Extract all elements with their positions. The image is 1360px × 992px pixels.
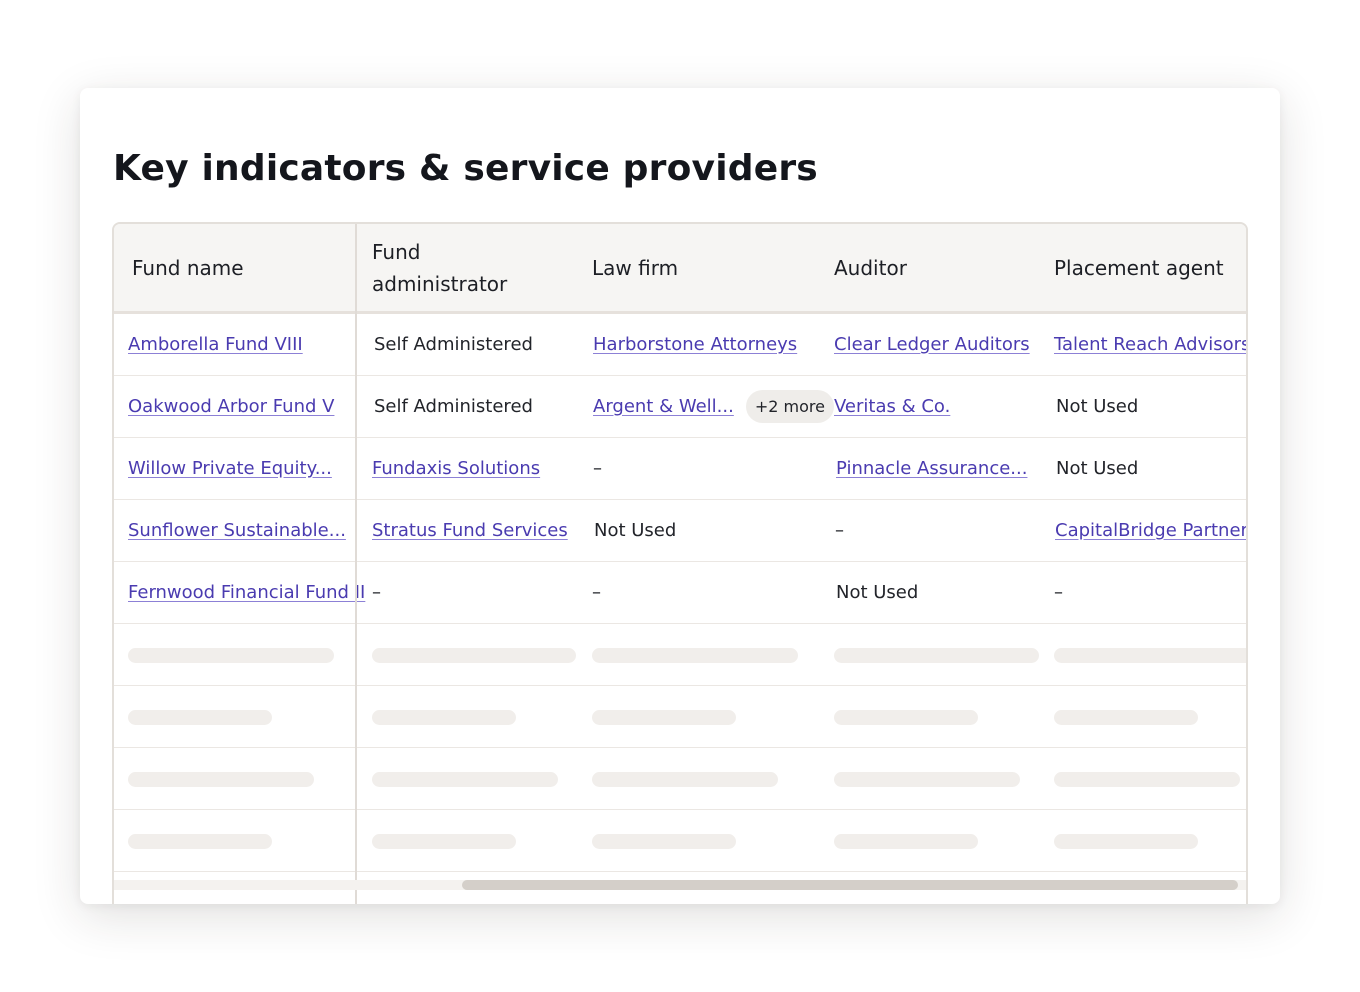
table-row: Fernwood Financial Fund II – – Not Used … (114, 562, 1246, 624)
table-row: Oakwood Arbor Fund V Self Administered A… (114, 376, 1246, 438)
auditor-link[interactable]: Veritas & Co. (834, 396, 950, 417)
skeleton-bar (592, 710, 736, 725)
skeleton-bar (1054, 648, 1246, 663)
fund-administrator-value: Self Administered (374, 396, 533, 417)
skeleton-bar (372, 710, 516, 725)
skeleton-bar (128, 834, 272, 849)
more-law-firms-badge[interactable]: +2 more (745, 390, 834, 423)
fund-administrator-link[interactable]: Stratus Fund Services (372, 520, 568, 541)
service-providers-card: Key indicators & service providers Fund … (80, 88, 1280, 904)
fund-administrator-link[interactable]: Fundaxis Solutions (372, 458, 540, 479)
fund-name-link[interactable]: Sunflower Sustainable... (128, 520, 346, 541)
auditor-link[interactable]: Pinnacle Assurance... (836, 458, 1027, 479)
skeleton-bar (834, 772, 1020, 787)
loading-row (114, 624, 1246, 686)
law-firm-value: Not Used (594, 520, 677, 541)
placement-agent-value: Not Used (1056, 396, 1139, 417)
placement-agent-value: – (1054, 582, 1063, 603)
table-row: Amborella Fund VIII Self Administered Ha… (114, 314, 1246, 376)
table-row: Willow Private Equity... Fundaxis Soluti… (114, 438, 1246, 500)
skeleton-bar (592, 834, 736, 849)
skeleton-bar (128, 648, 334, 663)
auditor-value: – (835, 520, 844, 541)
loading-row (114, 686, 1246, 748)
skeleton-bar (834, 710, 978, 725)
skeleton-bar (1054, 834, 1198, 849)
table-row: Sunflower Sustainable... Stratus Fund Se… (114, 500, 1246, 562)
fund-administrator-value: – (372, 582, 381, 603)
fund-name-link[interactable]: Amborella Fund VIII (128, 334, 303, 355)
skeleton-bar (1054, 710, 1198, 725)
section-title: Key indicators & service providers (113, 148, 818, 189)
skeleton-bar (592, 648, 798, 663)
skeleton-bar (372, 772, 558, 787)
skeleton-bar (128, 772, 314, 787)
law-firm-link[interactable]: Harborstone Attorneys (593, 334, 797, 355)
sticky-column-divider (355, 224, 357, 904)
horizontal-scrollbar-thumb[interactable] (462, 880, 1238, 890)
loading-row (114, 810, 1246, 872)
service-providers-table: Fund name Fund administrator Law firm Au… (112, 222, 1248, 904)
placement-agent-link[interactable]: Talent Reach Advisors (1054, 334, 1246, 355)
law-firm-value: – (592, 582, 601, 603)
column-header-placement-agent[interactable]: Placement agent (1054, 224, 1246, 311)
column-header-law-firm[interactable]: Law firm (592, 224, 812, 311)
auditor-link[interactable]: Clear Ledger Auditors (834, 334, 1030, 355)
placement-agent-link[interactable]: CapitalBridge Partners (1055, 520, 1246, 541)
law-firm-value: – (593, 458, 602, 479)
skeleton-bar (834, 648, 1039, 663)
table-header: Fund name Fund administrator Law firm Au… (114, 224, 1246, 314)
skeleton-bar (1054, 772, 1240, 787)
skeleton-bar (372, 834, 516, 849)
skeleton-bar (128, 710, 272, 725)
fund-administrator-value: Self Administered (374, 334, 533, 355)
skeleton-bar (372, 648, 576, 663)
column-header-fund-name[interactable]: Fund name (132, 224, 352, 311)
placement-agent-value: Not Used (1056, 458, 1139, 479)
auditor-value: Not Used (836, 582, 919, 603)
law-firm-link[interactable]: Argent & Well... (593, 396, 734, 417)
fund-name-link[interactable]: Willow Private Equity... (128, 458, 332, 479)
fund-name-link[interactable]: Fernwood Financial Fund II (128, 582, 365, 603)
column-header-auditor[interactable]: Auditor (834, 224, 1034, 311)
loading-row (114, 748, 1246, 810)
skeleton-bar (592, 772, 778, 787)
column-header-fund-administrator[interactable]: Fund administrator (372, 224, 532, 311)
skeleton-bar (834, 834, 978, 849)
fund-name-link[interactable]: Oakwood Arbor Fund V (128, 396, 334, 417)
